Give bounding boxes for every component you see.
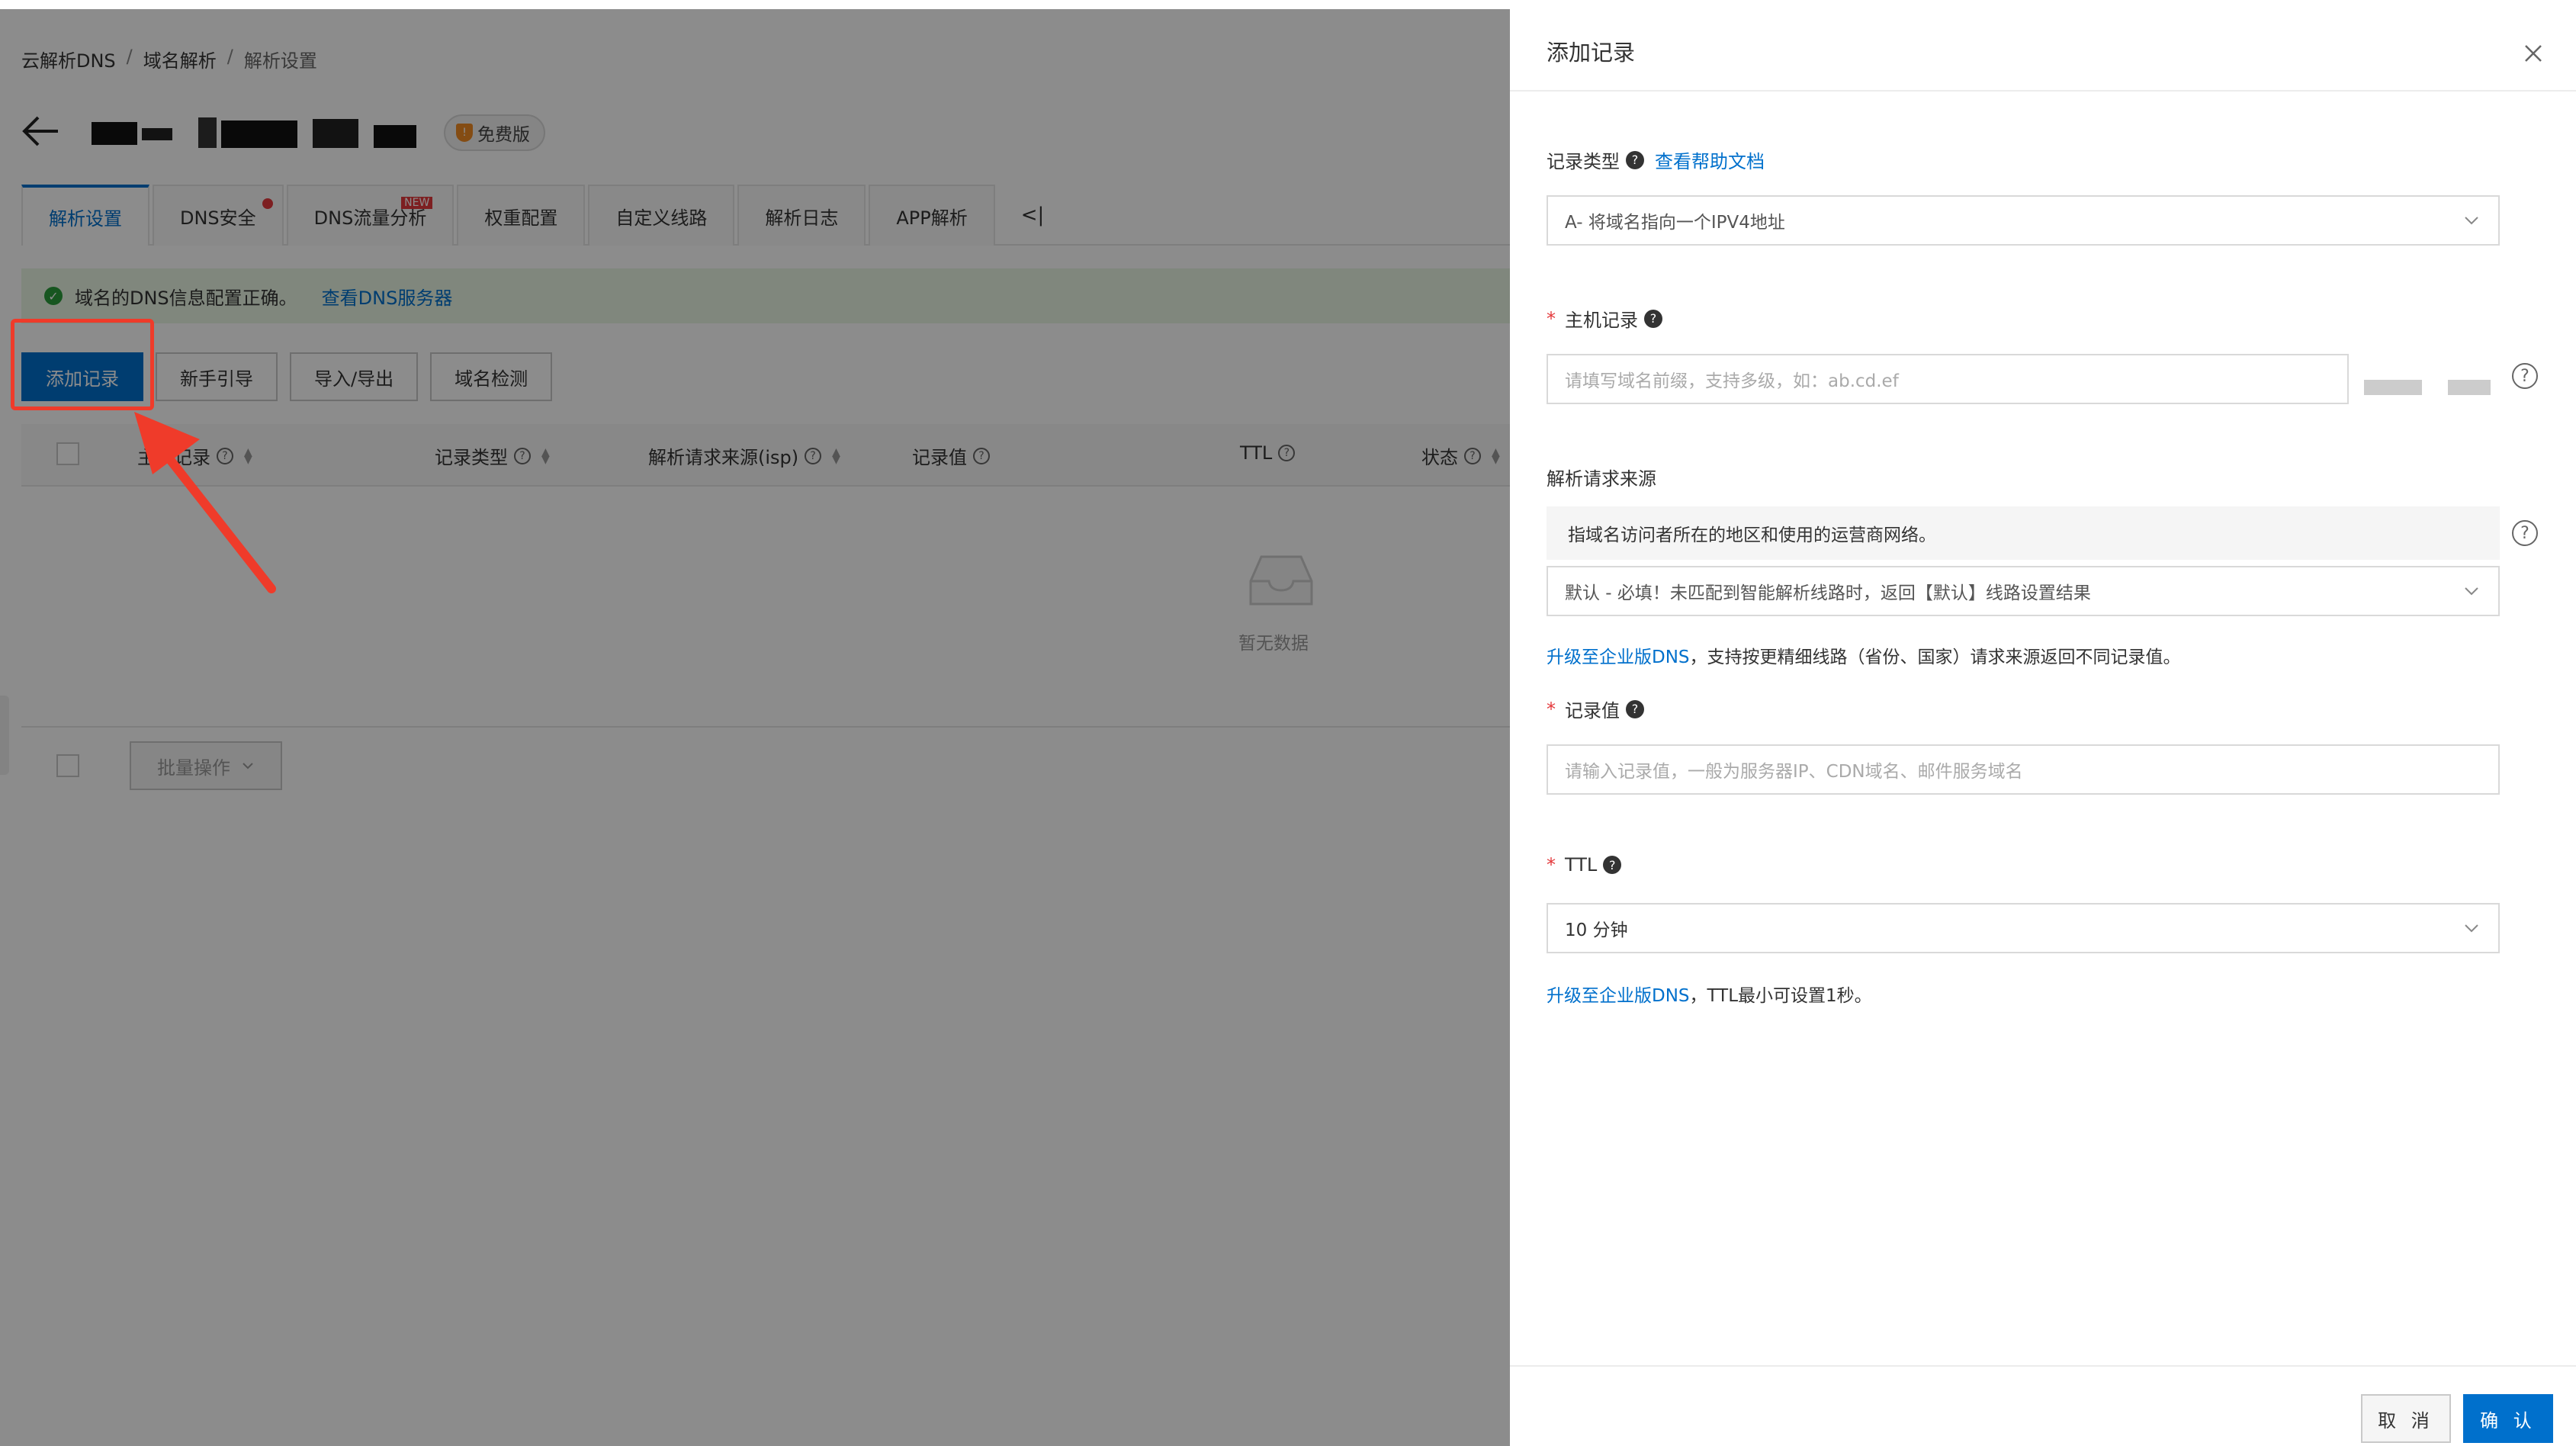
modal-mask[interactable] xyxy=(0,9,1510,1446)
ttl-label: * TTL ? xyxy=(1547,854,1622,876)
label-text: 主机记录 xyxy=(1565,310,1638,331)
chevron-down-icon xyxy=(2465,587,2478,596)
required-mark: * xyxy=(1547,307,1556,329)
help-icon[interactable]: ? xyxy=(1603,856,1622,874)
host-record-input[interactable]: 请填写域名前缀，支持多级，如：ab.cd.ef xyxy=(1547,354,2349,404)
upgrade-link[interactable]: 升级至企业版DNS xyxy=(1547,647,1690,667)
upgrade-link[interactable]: 升级至企业版DNS xyxy=(1547,986,1690,1006)
source-upgrade-tip: 升级至企业版DNS，支持按更精细线路（省份、国家）请求来源返回不同记录值。 xyxy=(1547,642,2181,668)
close-icon[interactable] xyxy=(2523,43,2544,64)
help-icon[interactable]: ? xyxy=(1626,150,1644,169)
help-icon[interactable]: ? xyxy=(1644,309,1662,328)
label-text: 记录值 xyxy=(1565,700,1620,721)
top-bar xyxy=(0,0,2576,9)
label-text: 解析请求来源 xyxy=(1547,468,1656,490)
record-value-input[interactable]: 请输入记录值，一般为服务器IP、CDN域名、邮件服务域名 xyxy=(1547,744,2500,795)
record-type-label: 记录类型 ? 查看帮助文档 xyxy=(1547,146,1765,173)
confirm-button[interactable]: 确 认 xyxy=(2463,1394,2553,1443)
ttl-upgrade-tip: 升级至企业版DNS，TTL最小可设置1秒。 xyxy=(1547,981,1872,1007)
label-text: TTL xyxy=(1565,854,1598,876)
select-value: A- 将域名指向一个IPV4地址 xyxy=(1565,213,1785,233)
help-docs-link[interactable]: 查看帮助文档 xyxy=(1655,146,1765,173)
label-text: 记录类型 xyxy=(1547,151,1620,172)
highlight-annotation xyxy=(11,319,154,410)
redacted-domain-suffix xyxy=(2448,380,2491,395)
record-value-label: * 记录值 ? xyxy=(1547,696,1644,722)
select-value: 10 分钟 xyxy=(1565,921,1628,940)
request-source-select[interactable]: 默认 - 必填！未匹配到智能解析线路时，返回【默认】线路设置结果 xyxy=(1547,566,2500,616)
record-type-select[interactable]: A- 将域名指向一个IPV4地址 xyxy=(1547,195,2500,246)
required-mark: * xyxy=(1547,698,1556,720)
required-mark: * xyxy=(1547,854,1556,876)
chevron-down-icon xyxy=(2465,924,2478,933)
tip-text: ，TTL最小可设置1秒。 xyxy=(1689,986,1872,1006)
tip-text: ，支持按更精细线路（省份、国家）请求来源返回不同记录值。 xyxy=(1689,647,2181,667)
redacted-domain-suffix xyxy=(2364,380,2422,395)
drawer-footer: 取 消 确 认 xyxy=(1510,1365,2576,1446)
add-record-drawer: 添加记录 记录类型 ? 查看帮助文档 A- 将域名指向一个IPV4地址 * 主机… xyxy=(1510,9,2576,1446)
host-help-icon[interactable]: ? xyxy=(2512,363,2538,389)
select-value: 默认 - 必填！未匹配到智能解析线路时，返回【默认】线路设置结果 xyxy=(1565,583,2091,603)
host-record-label: * 主机记录 ? xyxy=(1547,305,1662,332)
ttl-select[interactable]: 10 分钟 xyxy=(1547,903,2500,953)
source-help-icon[interactable]: ? xyxy=(2512,520,2538,546)
red-arrow-annotation xyxy=(134,412,276,593)
drawer-header: 添加记录 xyxy=(1510,9,2576,92)
help-icon[interactable]: ? xyxy=(1626,699,1644,718)
request-source-label: 解析请求来源 xyxy=(1547,464,1656,490)
request-source-description: 指域名访问者所在的地区和使用的运营商网络。 xyxy=(1547,506,2500,560)
drawer-title: 添加记录 xyxy=(1547,40,1636,66)
chevron-down-icon xyxy=(2465,217,2478,225)
cancel-button[interactable]: 取 消 xyxy=(2361,1394,2451,1443)
